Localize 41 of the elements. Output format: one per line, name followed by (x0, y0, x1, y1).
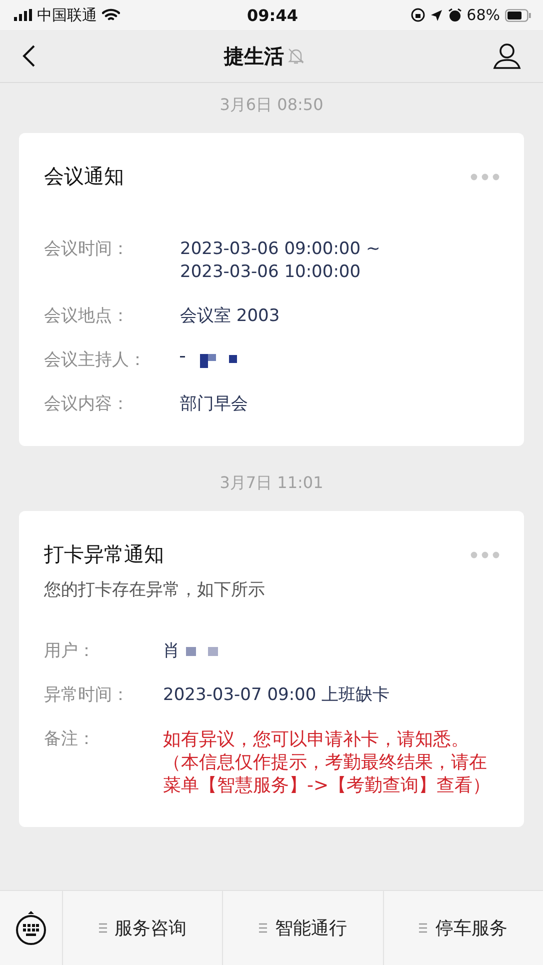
more-icon (470, 172, 500, 180)
field-label: 备注： (44, 728, 96, 751)
card-subtitle: 您的打卡存在异常，如下所示 (44, 579, 266, 601)
carrier-name: 中国联通 (37, 6, 97, 24)
field-label: 会议主持人： (44, 349, 146, 372)
pixelated-name-drawing (180, 354, 237, 368)
field-label: 会议时间： (44, 238, 130, 261)
card-title: 会议通知 (44, 163, 124, 190)
field-value: 会议室 2003 (180, 305, 281, 328)
menu-icon (258, 923, 267, 933)
card-title: 打卡异常通知 (44, 541, 164, 568)
person-icon (493, 43, 521, 69)
field-value: 肖 (163, 640, 180, 663)
clock-time: 09:44 (247, 6, 298, 24)
field-value: 部门早会 (180, 393, 249, 416)
location-arrow-icon (430, 8, 443, 22)
field-label: 异常时间： (44, 684, 129, 707)
rotation-lock-icon (410, 8, 425, 22)
message-timestamp: 3月6日 08:50 (220, 95, 324, 116)
menu-item[interactable]: 停车服务 (384, 891, 543, 965)
alarm-icon (448, 8, 462, 22)
field-value: 2023-03-06 09:00:00 ~ 2023-03-06 10:00:00 (180, 238, 382, 284)
menu-item[interactable]: 智能通行 (223, 891, 384, 965)
remark-text: 如有异议，您可以申请补卡，请知悉。（本信息仅作提示，考勤最终结果，请在菜单【智慧服务】->【考勤查询】查看） (163, 728, 492, 797)
field-label: 用户： (44, 640, 96, 663)
battery-percent: 68% (466, 6, 500, 24)
pixelated-name-drawing (186, 647, 218, 656)
field-value: 2023-03-07 09:00 上班缺卡 (163, 684, 391, 707)
more-icon (470, 550, 500, 558)
keyboard-icon (14, 910, 48, 946)
chat-title: 捷生活 (224, 42, 284, 70)
signal-icon (14, 9, 32, 21)
message-timestamp: 3月7日 11:01 (220, 473, 324, 494)
menu-icon (98, 923, 107, 933)
field-label: 会议地点： (44, 305, 130, 328)
back-icon (22, 44, 36, 68)
battery-icon (505, 8, 531, 22)
menu-icon (419, 923, 428, 933)
menu-item[interactable]: 服务咨询 (63, 891, 224, 965)
field-label: 会议内容： (44, 393, 130, 416)
wifi-icon (102, 8, 120, 22)
